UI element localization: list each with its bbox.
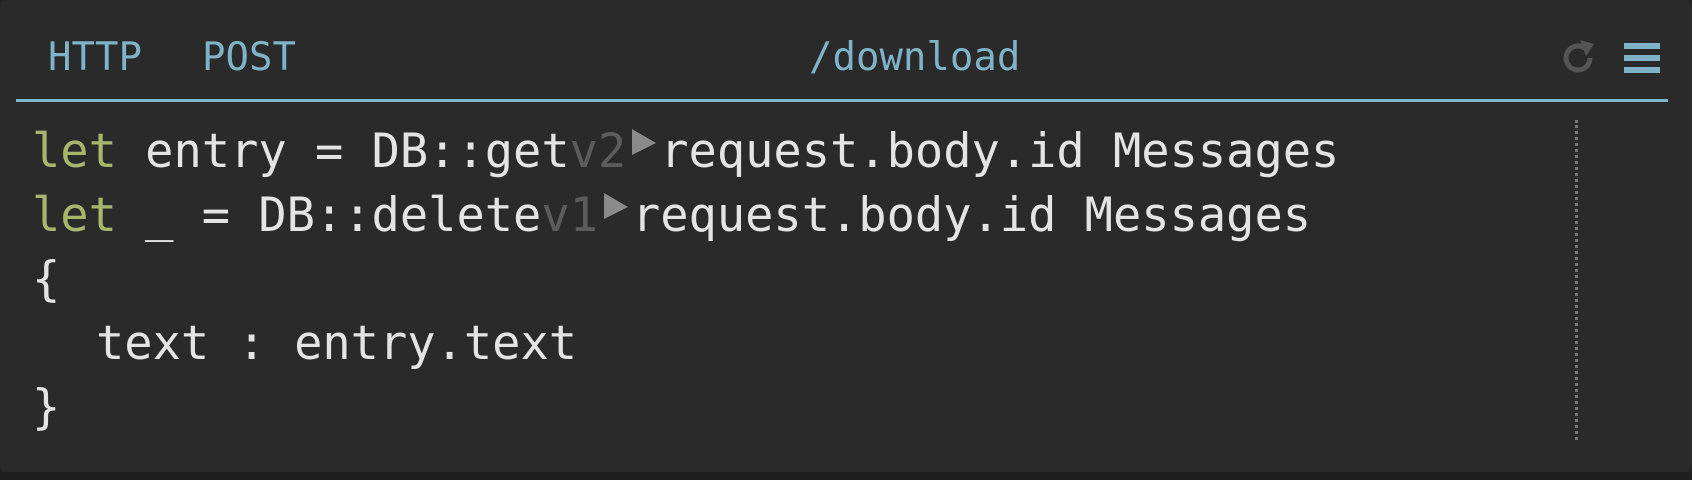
let-keyword: let: [32, 188, 117, 243]
refresh-icon[interactable]: [1554, 34, 1602, 82]
code-line[interactable]: let _ = DB::delete v1 request.body.id Mess…: [32, 184, 1339, 248]
execute-function-icon[interactable]: [626, 118, 660, 158]
hamburger-menu-icon[interactable]: [1618, 34, 1666, 82]
http-method[interactable]: POST: [202, 34, 296, 82]
let-binding: _ =: [116, 188, 259, 243]
function-name[interactable]: DB::delete: [258, 184, 541, 248]
code-editor[interactable]: let entry = DB::get v2 request.body.id Mes…: [32, 120, 1339, 440]
code-line[interactable]: let entry = DB::get v2 request.body.id Mes…: [32, 120, 1339, 184]
code-line[interactable]: }: [32, 376, 1339, 440]
line-width-rule: [1575, 120, 1578, 440]
function-version: v2: [569, 124, 627, 179]
function-version: v1: [541, 188, 598, 243]
let-binding: entry =: [116, 124, 372, 179]
route-path[interactable]: /download: [809, 34, 1020, 82]
code-line[interactable]: {: [32, 248, 1339, 312]
http-handler: HTTP POST /download let entry = DB::get v…: [0, 0, 1692, 472]
record-field-separator: :: [209, 316, 295, 371]
record-field-value: entry.text: [294, 316, 578, 371]
close-brace: }: [32, 380, 61, 435]
handler-type[interactable]: HTTP: [48, 34, 142, 82]
let-keyword: let: [32, 124, 117, 179]
function-name[interactable]: DB::get: [372, 120, 570, 184]
function-args: request.body.id Messages: [660, 124, 1340, 179]
open-brace: {: [32, 252, 61, 307]
function-args: request.body.id Messages: [631, 188, 1312, 243]
execute-function-icon[interactable]: [598, 182, 632, 222]
record-field-name: text: [96, 316, 210, 371]
handler-header: HTTP POST /download: [16, 0, 1668, 102]
code-line[interactable]: text : entry.text: [32, 312, 1339, 376]
